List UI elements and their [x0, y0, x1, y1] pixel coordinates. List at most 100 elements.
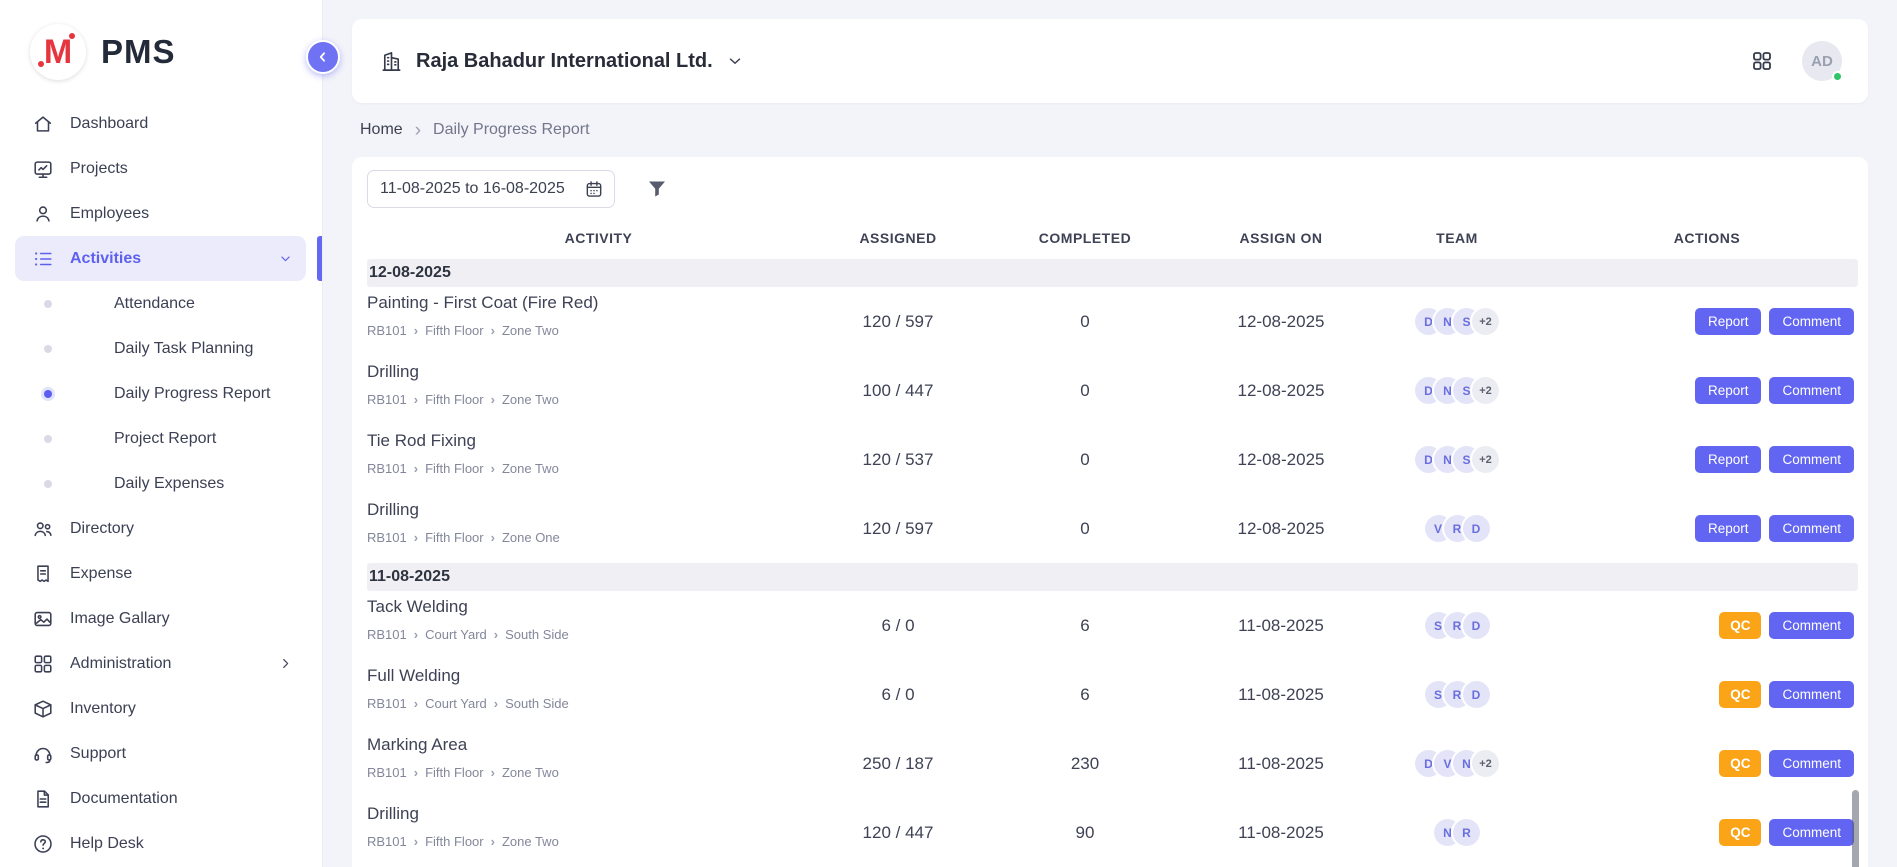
- sidebar-item-employees[interactable]: Employees: [15, 191, 306, 236]
- activity-path: RB101›Fifth Floor›Zone Two: [367, 461, 830, 476]
- sidebar-item-image-gallary[interactable]: Image Gallary: [15, 596, 306, 641]
- table-row: Tack WeldingRB101›Court Yard›South Side6…: [367, 591, 1858, 660]
- breadcrumb-home-link[interactable]: Home: [360, 121, 403, 139]
- team-avatars: DVN+2: [1358, 750, 1556, 777]
- user-avatar[interactable]: AD: [1802, 41, 1842, 81]
- sidebar-item-projects[interactable]: Projects: [15, 146, 306, 191]
- sidebar-item-directory[interactable]: Directory: [15, 506, 306, 551]
- path-separator-icon: ›: [414, 628, 418, 641]
- date-range-input[interactable]: 11-08-2025 to 16-08-2025: [367, 170, 615, 208]
- comment-button[interactable]: Comment: [1769, 308, 1854, 335]
- report-button[interactable]: Report: [1695, 308, 1762, 335]
- projects-icon: [32, 158, 54, 180]
- sidebar-item-documentation[interactable]: Documentation: [15, 776, 306, 821]
- assigned-value: 120 / 447: [830, 823, 966, 843]
- sidebar-item-label: Inventory: [70, 700, 136, 718]
- chevron-down-icon: [726, 52, 744, 70]
- team-avatars: NR: [1358, 819, 1556, 846]
- date-range-value: 11-08-2025 to 16-08-2025: [380, 180, 565, 198]
- team-more-badge[interactable]: +2: [1472, 308, 1499, 335]
- assigned-value: 120 / 597: [830, 519, 966, 539]
- row-actions: QC Comment: [1556, 681, 1858, 708]
- apps-grid-icon[interactable]: [1750, 49, 1774, 73]
- sidebar-item-administration[interactable]: Administration: [15, 641, 306, 686]
- table-header-row: ACTIVITYASSIGNEDCOMPLETEDASSIGN ONTEAMAC…: [367, 208, 1858, 259]
- qc-button[interactable]: QC: [1719, 819, 1761, 846]
- sidebar-item-label: Expense: [70, 565, 132, 583]
- activity-title: Painting - First Coat (Fire Red): [367, 293, 830, 313]
- comment-button[interactable]: Comment: [1769, 750, 1854, 777]
- sidebar-subitem-daily-expenses[interactable]: Daily Expenses: [0, 461, 322, 506]
- qc-button[interactable]: QC: [1719, 612, 1761, 639]
- bullet-icon: [44, 435, 52, 443]
- assign-on-date: 11-08-2025: [1204, 616, 1358, 636]
- comment-button[interactable]: Comment: [1769, 819, 1854, 846]
- activity-cell: Tack WeldingRB101›Court Yard›South Side: [367, 591, 830, 642]
- report-button[interactable]: Report: [1695, 377, 1762, 404]
- table-row: Full WeldingRB101›Court Yard›South Side6…: [367, 660, 1858, 729]
- activity-cell: DrillingRB101›Fifth Floor›Zone Two: [367, 798, 830, 849]
- chevron-down-icon: [277, 250, 294, 267]
- active-item-edge-indicator: [317, 236, 322, 281]
- team-more-badge[interactable]: +2: [1472, 377, 1499, 404]
- activity-title: Marking Area: [367, 735, 830, 755]
- header-actions: AD: [1750, 41, 1842, 81]
- building-icon: [380, 50, 403, 73]
- filter-row: 11-08-2025 to 16-08-2025: [367, 170, 1858, 208]
- comment-button[interactable]: Comment: [1769, 377, 1854, 404]
- report-button[interactable]: Report: [1695, 515, 1762, 542]
- sidebar-subitem-daily-progress-report[interactable]: Daily Progress Report: [0, 371, 322, 416]
- comment-button[interactable]: Comment: [1769, 681, 1854, 708]
- activity-title: Drilling: [367, 804, 830, 824]
- team-more-badge[interactable]: +2: [1472, 446, 1499, 473]
- path-segment: South Side: [505, 696, 569, 711]
- app-logo[interactable]: M PMS: [30, 24, 176, 80]
- inventory-icon: [32, 698, 54, 720]
- path-separator-icon: ›: [414, 324, 418, 337]
- activity-path: RB101›Fifth Floor›Zone Two: [367, 392, 830, 407]
- sidebar-item-expense[interactable]: Expense: [15, 551, 306, 596]
- sidebar-item-support[interactable]: Support: [15, 731, 306, 776]
- assigned-value: 100 / 447: [830, 381, 966, 401]
- team-more-badge[interactable]: +2: [1472, 750, 1499, 777]
- qc-button[interactable]: QC: [1719, 750, 1761, 777]
- activity-title: Tack Welding: [367, 597, 830, 617]
- team-avatars: VRD: [1358, 515, 1556, 542]
- activity-title: Drilling: [367, 500, 830, 520]
- sidebar-collapse-button[interactable]: [306, 40, 340, 74]
- sidebar-item-activities[interactable]: Activities: [15, 236, 306, 281]
- path-separator-icon: ›: [414, 462, 418, 475]
- sidebar-subitem-daily-task-planning[interactable]: Daily Task Planning: [0, 326, 322, 371]
- sidebar-item-dashboard[interactable]: Dashboard: [15, 101, 306, 146]
- completed-value: 90: [966, 823, 1204, 843]
- sidebar-subitem-project-report[interactable]: Project Report: [0, 416, 322, 461]
- sidebar-item-inventory[interactable]: Inventory: [15, 686, 306, 731]
- breadcrumb-current: Daily Progress Report: [433, 121, 590, 139]
- path-separator-icon: ›: [491, 393, 495, 406]
- path-segment: Zone Two: [502, 834, 559, 849]
- header: Raja Bahadur International Ltd. AD: [352, 19, 1868, 103]
- assigned-value: 250 / 187: [830, 754, 966, 774]
- comment-button[interactable]: Comment: [1769, 446, 1854, 473]
- table-row: DrillingRB101›Fifth Floor›Zone Two100 / …: [367, 356, 1858, 425]
- sidebar-nav: DashboardProjectsEmployees Activities Atte…: [0, 101, 322, 866]
- vertical-scrollbar[interactable]: [1852, 790, 1859, 867]
- report-button[interactable]: Report: [1695, 446, 1762, 473]
- sidebar-subitem-attendance[interactable]: Attendance: [0, 281, 322, 326]
- column-header-actions: ACTIONS: [1556, 230, 1858, 246]
- completed-value: 230: [966, 754, 1204, 774]
- path-segment: RB101: [367, 765, 407, 780]
- comment-button[interactable]: Comment: [1769, 612, 1854, 639]
- sidebar-item-label: Activities: [70, 250, 141, 268]
- comment-button[interactable]: Comment: [1769, 515, 1854, 542]
- assign-on-date: 12-08-2025: [1204, 312, 1358, 332]
- qc-button[interactable]: QC: [1719, 681, 1761, 708]
- company-selector[interactable]: Raja Bahadur International Ltd.: [380, 50, 744, 73]
- sidebar-item-help-desk[interactable]: Help Desk: [15, 821, 306, 866]
- filter-icon[interactable]: [645, 177, 669, 201]
- breadcrumb-separator-icon: ›: [415, 121, 421, 140]
- assigned-value: 6 / 0: [830, 685, 966, 705]
- path-separator-icon: ›: [414, 697, 418, 710]
- assigned-value: 120 / 537: [830, 450, 966, 470]
- path-separator-icon: ›: [414, 531, 418, 544]
